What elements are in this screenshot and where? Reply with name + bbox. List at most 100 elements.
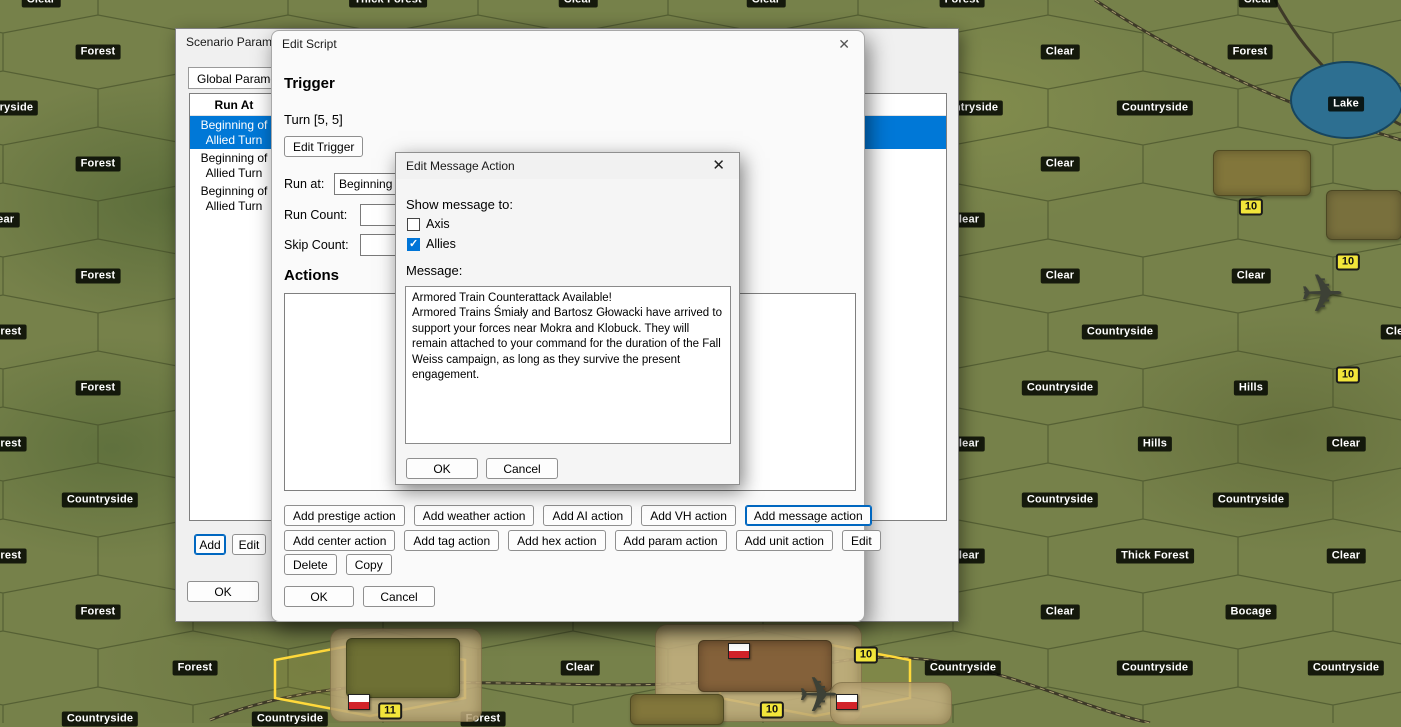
hex-label: Countryside xyxy=(1308,661,1384,676)
add-hex-action-button[interactable]: Add hex action xyxy=(508,530,605,551)
polish-flag-icon[interactable] xyxy=(728,643,750,659)
hex-label: Clear xyxy=(1041,45,1080,60)
hex-label: Countryside xyxy=(1022,493,1098,508)
hex-label: Clear xyxy=(1041,269,1080,284)
polish-flag-icon[interactable] xyxy=(348,694,370,710)
allies-checkbox-label: Allies xyxy=(426,237,456,251)
hex-label: Forest xyxy=(0,437,26,452)
hex-label: Forest xyxy=(76,45,121,60)
action-buttons-row-1: Add prestige action Add weather action A… xyxy=(284,505,872,526)
axis-checkbox[interactable] xyxy=(407,218,420,231)
edit-message-title: Edit Message Action xyxy=(406,153,515,179)
hex-label: Countryside xyxy=(1213,493,1289,508)
show-message-to-label: Show message to: xyxy=(406,197,513,212)
strength-badge: 10 xyxy=(1336,367,1360,384)
edit-message-titlebar[interactable]: Edit Message Action ✕ xyxy=(396,153,739,179)
hex-label: Clear xyxy=(1327,437,1366,452)
plane-unit-sprite[interactable]: ✈ xyxy=(1300,268,1400,321)
strength-badge: 10 xyxy=(1239,199,1263,216)
message-cancel-button[interactable]: Cancel xyxy=(486,458,558,479)
hex-label: Countryside xyxy=(62,712,138,727)
hex-label: Clear xyxy=(1381,325,1401,340)
axis-checkbox-row[interactable]: Axis xyxy=(407,216,450,232)
hex-label: Clear xyxy=(1327,549,1366,564)
hex-label: Forest xyxy=(76,157,121,172)
edit-script-ok-button[interactable]: OK xyxy=(284,586,354,607)
trigger-value: Turn [5, 5] xyxy=(284,112,343,127)
trigger-heading: Trigger xyxy=(284,75,335,92)
hex-label: Clear xyxy=(559,0,598,8)
hex-label: Countryside xyxy=(252,712,328,727)
run-at-label: Run at: xyxy=(284,177,324,191)
action-buttons-row-3: Delete Copy xyxy=(284,554,392,575)
hex-label: Hills xyxy=(1234,381,1268,396)
hex-label: Countryside xyxy=(925,661,1001,676)
add-message-action-button[interactable]: Add message action xyxy=(745,505,872,526)
message-ok-button[interactable]: OK xyxy=(406,458,478,479)
hex-label: Clear xyxy=(561,661,600,676)
close-icon[interactable]: ✕ xyxy=(834,31,854,57)
strength-badge: 10 xyxy=(1336,254,1360,271)
add-param-action-button[interactable]: Add param action xyxy=(615,530,727,551)
scenario-ok-button[interactable]: OK xyxy=(187,581,259,602)
hex-label: Lake xyxy=(1328,97,1364,112)
close-icon[interactable]: ✕ xyxy=(708,153,729,179)
hex-label: Forest xyxy=(0,549,26,564)
tank-unit-sprite[interactable] xyxy=(630,694,724,725)
hex-label: Forest xyxy=(0,325,26,340)
hex-label: Countryside xyxy=(1117,661,1193,676)
message-textarea[interactable]: Armored Train Counterattack Available! A… xyxy=(405,286,731,444)
allies-checkbox-row[interactable]: Allies xyxy=(407,236,456,252)
copy-action-button[interactable]: Copy xyxy=(346,554,392,575)
add-center-action-button[interactable]: Add center action xyxy=(284,530,395,551)
hex-label: Countryside xyxy=(62,493,138,508)
add-prestige-action-button[interactable]: Add prestige action xyxy=(284,505,405,526)
add-button[interactable]: Add xyxy=(194,534,226,555)
truck-unit-sprite[interactable] xyxy=(346,638,460,698)
hex-label: Clear xyxy=(1041,605,1080,620)
run-at-row-label: Beginning of Allied Turn xyxy=(190,118,278,146)
edit-trigger-button[interactable]: Edit Trigger xyxy=(284,136,363,157)
edit-script-titlebar[interactable]: Edit Script ✕ xyxy=(272,31,864,57)
skip-count-label: Skip Count: xyxy=(284,238,349,252)
hex-label: Clear xyxy=(1041,157,1080,172)
hex-label: Hills xyxy=(1138,437,1172,452)
hex-label: Clear xyxy=(0,213,19,228)
delete-action-button[interactable]: Delete xyxy=(284,554,337,575)
edit-script-title: Edit Script xyxy=(282,31,337,57)
run-count-label: Run Count: xyxy=(284,208,347,222)
action-buttons-row-2: Add center action Add tag action Add hex… xyxy=(284,530,881,551)
add-tag-action-button[interactable]: Add tag action xyxy=(404,530,499,551)
hex-label: Forest xyxy=(76,381,121,396)
strength-badge: 10 xyxy=(760,702,784,719)
hex-label: Forest xyxy=(173,661,218,676)
add-unit-action-button[interactable]: Add unit action xyxy=(736,530,833,551)
add-vh-action-button[interactable]: Add VH action xyxy=(641,505,736,526)
hex-label: Bocage xyxy=(1226,605,1277,620)
hex-label: Countryside xyxy=(1117,101,1193,116)
add-weather-action-button[interactable]: Add weather action xyxy=(414,505,535,526)
hex-label: Clear xyxy=(747,0,786,8)
allies-checkbox[interactable] xyxy=(407,238,420,251)
edit-script-cancel-button[interactable]: Cancel xyxy=(363,586,435,607)
scenario-params-title: Scenario Params xyxy=(186,29,278,55)
hex-label: Countryside xyxy=(1082,325,1158,340)
edit-button[interactable]: Edit xyxy=(232,534,266,555)
polish-flag-icon[interactable] xyxy=(836,694,858,710)
axis-checkbox-label: Axis xyxy=(426,217,450,231)
hex-label: Clear xyxy=(22,0,61,8)
hex-label: Forest xyxy=(940,0,985,8)
hex-label: Forest xyxy=(1228,45,1273,60)
hex-label: Countryside xyxy=(0,101,38,116)
tank-unit-sprite[interactable] xyxy=(1213,150,1311,196)
hex-label: Thick Forest xyxy=(1116,549,1194,564)
artillery-unit-sprite[interactable] xyxy=(1326,190,1401,240)
strength-badge: 11 xyxy=(378,703,402,720)
add-ai-action-button[interactable]: Add AI action xyxy=(543,505,632,526)
hex-label: Clear xyxy=(1239,0,1278,8)
run-at-row-label: Beginning of Allied Turn xyxy=(190,184,278,212)
edit-action-button[interactable]: Edit xyxy=(842,530,881,551)
run-at-selected-value: Beginning o xyxy=(339,177,402,191)
strength-badge: 10 xyxy=(854,647,878,664)
hex-label: Thick Forest xyxy=(349,0,427,8)
